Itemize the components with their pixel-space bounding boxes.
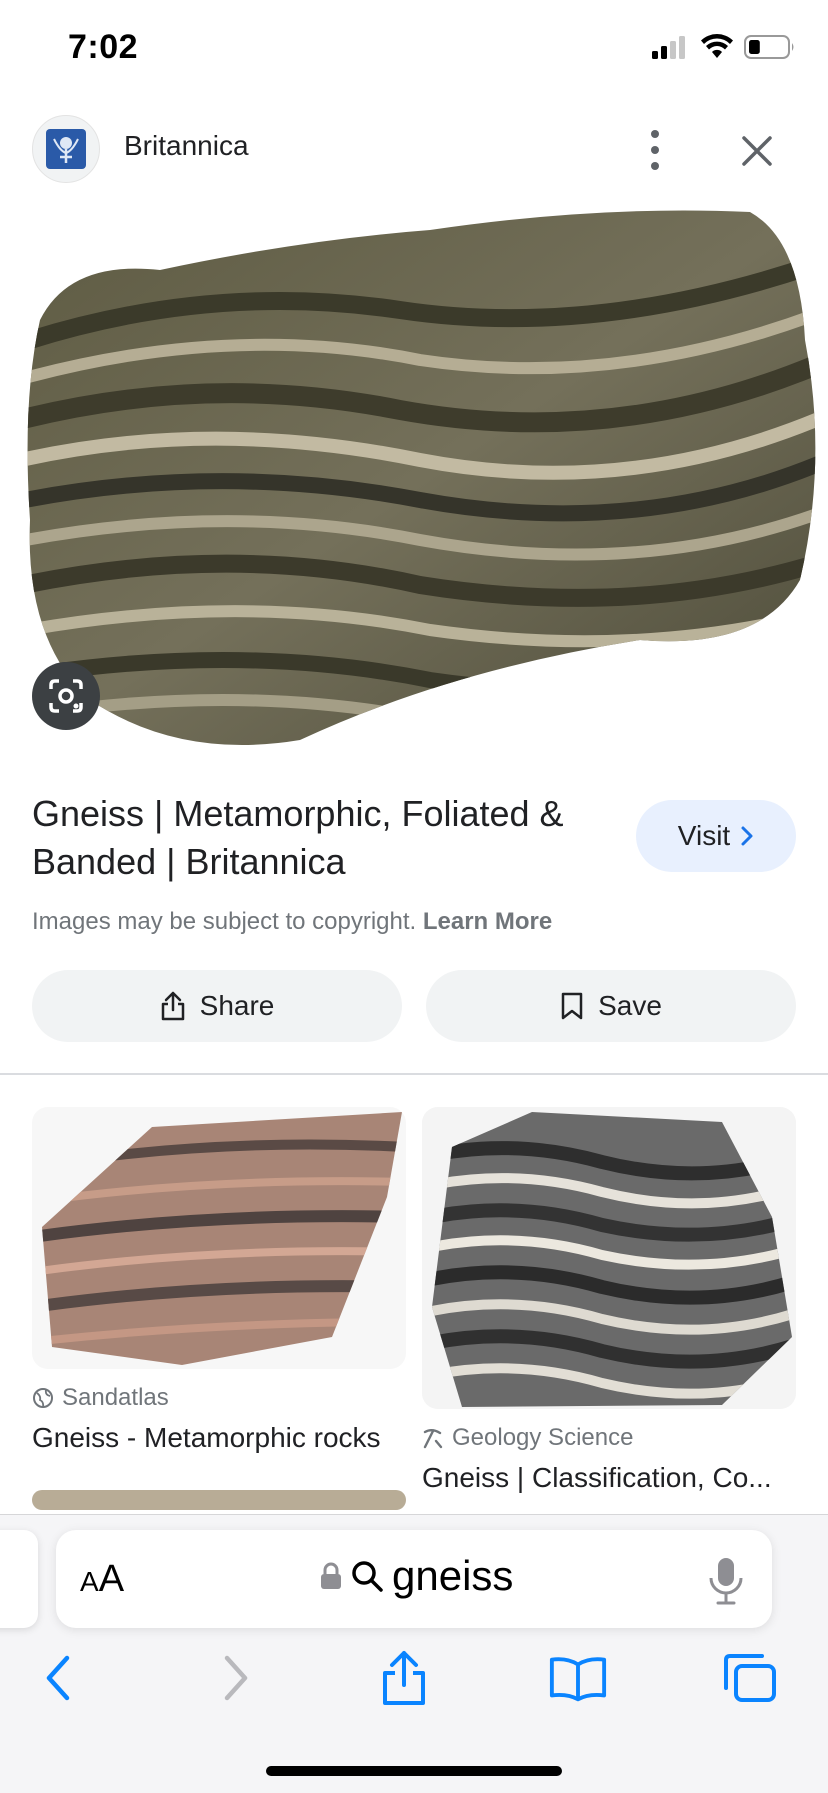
bookmark-icon	[561, 992, 583, 1020]
related-title-1[interactable]: Gneiss - Metamorphic rocks	[32, 1422, 412, 1454]
save-button[interactable]: Save	[426, 970, 796, 1042]
google-lens-button[interactable]	[32, 662, 100, 730]
address-field[interactable]: gneiss	[320, 1552, 513, 1600]
related-title-2[interactable]: Gneiss | Classification, Co...	[422, 1462, 796, 1494]
related-source-1-label: Sandatlas	[62, 1384, 169, 1411]
result-title[interactable]: Gneiss | Metamorphic, Foliated & Banded …	[32, 790, 612, 886]
learn-more-link[interactable]: Learn More	[423, 908, 552, 935]
globe-icon	[33, 1388, 53, 1408]
microphone-icon[interactable]	[706, 1556, 746, 1606]
back-button[interactable]	[28, 1648, 88, 1708]
pickaxe-icon	[423, 1429, 443, 1449]
source-logo[interactable]	[32, 115, 100, 183]
chevron-right-icon	[224, 1655, 248, 1701]
share-icon	[383, 1651, 425, 1705]
related-image-3[interactable]	[32, 1490, 406, 1510]
copyright-text: Images may be subject to copyright.	[32, 908, 417, 935]
save-label: Save	[598, 990, 662, 1021]
banded-gneiss-image	[422, 1107, 796, 1409]
visit-label: Visit	[677, 820, 731, 851]
page-settings-button[interactable]: AA	[80, 1558, 124, 1601]
share-label: Share	[199, 990, 275, 1021]
more-vert-icon[interactable]	[638, 130, 672, 170]
share-button[interactable]: Share	[32, 970, 402, 1042]
forward-button[interactable]	[206, 1648, 266, 1708]
lock-icon	[321, 1562, 341, 1589]
related-source-2[interactable]: Geology Science	[422, 1424, 633, 1452]
aa-large-glyph: A	[98, 1558, 125, 1600]
pink-gneiss-image	[42, 1112, 402, 1365]
status-icons	[650, 34, 796, 60]
share-page-button[interactable]	[374, 1648, 434, 1708]
copyright-notice: Images may be subject to copyright. Lear…	[32, 908, 552, 936]
britannica-thistle-icon	[46, 129, 86, 169]
lens-icon	[49, 679, 83, 713]
address-query: gneiss	[392, 1552, 514, 1599]
gneiss-rock-image	[27, 210, 816, 745]
home-indicator[interactable]	[266, 1766, 562, 1776]
section-divider	[0, 1073, 828, 1075]
related-image-2[interactable]	[422, 1107, 796, 1409]
book-icon	[549, 1657, 607, 1702]
close-icon[interactable]	[738, 132, 776, 170]
chevron-left-icon	[46, 1655, 70, 1701]
tabs-button[interactable]	[720, 1648, 780, 1708]
tabs-icon	[724, 1654, 776, 1702]
wifi-icon	[701, 34, 733, 58]
search-icon	[352, 1561, 383, 1592]
status-time: 7:02	[68, 28, 139, 66]
aa-small-glyph: A	[80, 1566, 99, 1597]
bookmarks-button[interactable]	[548, 1648, 608, 1708]
cellular-signal-icon	[652, 36, 685, 59]
previous-tab-peek[interactable]	[0, 1530, 38, 1628]
hero-image[interactable]	[0, 200, 828, 760]
source-name[interactable]: Britannica	[124, 130, 249, 162]
chevron-right-icon	[741, 826, 753, 846]
share-icon	[161, 991, 184, 1021]
related-source-2-label: Geology Science	[452, 1424, 634, 1451]
related-source-1[interactable]: Sandatlas	[32, 1384, 169, 1412]
visit-button[interactable]: Visit	[636, 800, 796, 872]
battery-icon	[744, 35, 794, 59]
related-image-1[interactable]	[32, 1107, 406, 1369]
